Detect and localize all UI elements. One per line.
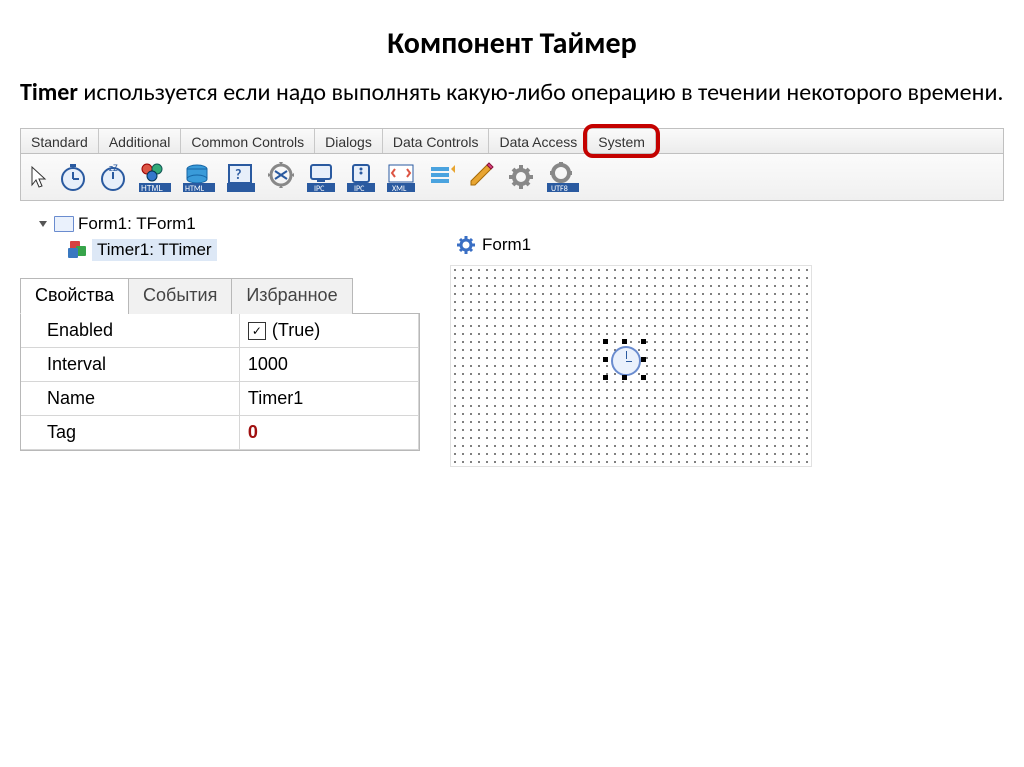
tab-dialogs[interactable]: Dialogs [315, 129, 383, 153]
tab-ellipsis [656, 129, 680, 153]
property-row-interval[interactable]: Interval 1000 [21, 348, 419, 382]
tab-additional[interactable]: Additional [99, 129, 182, 153]
selection-handle[interactable] [641, 339, 646, 344]
tab-favorites[interactable]: Избранное [231, 278, 352, 314]
slide-title: Компонент Таймер [20, 25, 1004, 62]
tree-node-timer-label: Timer1: TTimer [92, 239, 217, 261]
utf8-component-icon[interactable]: UTF8 [545, 160, 581, 194]
svg-text:XML: XML [392, 184, 407, 193]
svg-text:?: ? [235, 166, 242, 183]
selection-handle[interactable] [622, 339, 627, 344]
tab-standard[interactable]: Standard [21, 129, 99, 153]
tab-common-controls[interactable]: Common Controls [181, 129, 315, 153]
selection-handle[interactable] [641, 375, 646, 380]
selection-handle[interactable] [603, 375, 608, 380]
svg-text:UTF8: UTF8 [551, 184, 568, 193]
cursor-tool-icon[interactable] [27, 160, 49, 194]
actionlist-component-icon[interactable] [425, 160, 457, 194]
component-palette-tabs: Standard Additional Common Controls Dial… [20, 128, 1004, 154]
slide-description: Timer используется если надо выполнять к… [20, 77, 1004, 108]
edit-component-icon[interactable] [465, 160, 497, 194]
property-row-enabled[interactable]: Enabled ✓ (True) [21, 314, 419, 348]
html-db-component-icon[interactable]: HTML [181, 160, 217, 194]
tab-system[interactable]: System [588, 129, 656, 153]
property-value[interactable]: 1000 [240, 348, 419, 382]
timer-component-icon[interactable] [57, 160, 89, 194]
property-row-tag[interactable]: Tag 0 [21, 416, 419, 450]
idle-timer-component-icon[interactable]: zZ [97, 160, 129, 194]
property-name: Tag [21, 416, 240, 450]
property-name: Name [21, 382, 240, 416]
tree-expander-icon[interactable] [36, 217, 50, 231]
chm-help-component-icon[interactable]: ? [225, 160, 257, 194]
tab-data-controls[interactable]: Data Controls [383, 129, 490, 153]
tab-properties[interactable]: Свойства [20, 278, 129, 314]
svg-text:HTML: HTML [185, 184, 205, 193]
svg-text:IPC: IPC [354, 184, 365, 193]
tree-node-form-label: Form1: TForm1 [78, 214, 196, 234]
property-name: Enabled [21, 314, 240, 348]
component-icon [68, 241, 88, 259]
property-grid: Enabled ✓ (True) Interval 1000 Name Time… [20, 314, 420, 451]
timer-placed-icon[interactable] [611, 346, 641, 376]
settings-component-icon[interactable] [505, 160, 537, 194]
tree-node-timer[interactable]: Timer1: TTimer [36, 237, 420, 263]
form-design-surface[interactable] [450, 265, 812, 467]
property-value[interactable]: Timer1 [240, 382, 419, 416]
selection-handle[interactable] [641, 357, 646, 362]
property-name: Interval [21, 348, 240, 382]
form-designer: Form1 [450, 231, 810, 467]
form-designer-header: Form1 [450, 231, 810, 259]
form-icon [54, 216, 74, 232]
tab-events[interactable]: События [128, 278, 232, 314]
checkbox-icon[interactable]: ✓ [248, 322, 266, 340]
ipc-client-component-icon[interactable]: IPC [305, 160, 337, 194]
xml-component-icon[interactable]: XML [385, 160, 417, 194]
svg-text:HTML: HTML [141, 184, 163, 193]
svg-text:IPC: IPC [314, 184, 325, 193]
ipc-server-component-icon[interactable]: IPC [345, 160, 377, 194]
property-row-name[interactable]: Name Timer1 [21, 382, 419, 416]
tree-node-form[interactable]: Form1: TForm1 [36, 211, 420, 237]
selection-handle[interactable] [603, 339, 608, 344]
property-value[interactable]: 0 [240, 416, 419, 450]
gear-icon [456, 235, 476, 255]
component-palette-toolbar: zZ HTML HTML ? IPC IPC XML UTF8 [20, 154, 1004, 201]
form-caption: Form1 [482, 235, 531, 255]
selection-handle[interactable] [622, 375, 627, 380]
html-component-icon[interactable]: HTML [137, 160, 173, 194]
process-component-icon[interactable] [265, 160, 297, 194]
selection-handle[interactable] [603, 357, 608, 362]
property-value[interactable]: ✓ (True) [240, 314, 419, 348]
object-inspector-tree: Form1: TForm1 Timer1: TTimer [36, 211, 420, 263]
object-inspector-tabs: Свойства События Избранное [20, 277, 420, 314]
tab-data-access[interactable]: Data Access [489, 129, 588, 153]
